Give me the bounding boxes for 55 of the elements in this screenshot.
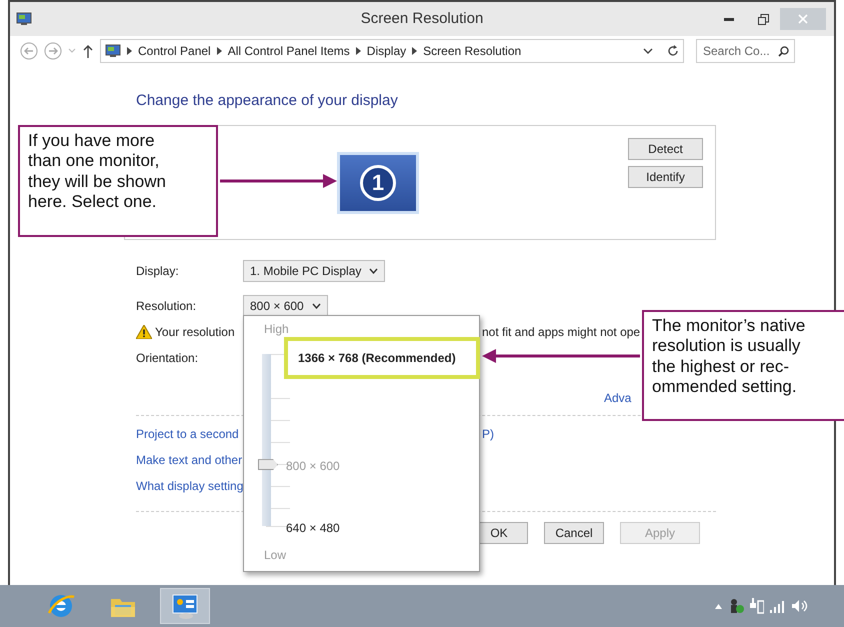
caret-icon: [312, 302, 321, 308]
monitor-number: 1: [360, 164, 396, 200]
dropdown-icon[interactable]: [643, 48, 653, 54]
panel-button[interactable]: Detect: [628, 138, 703, 160]
history-dropdown-icon[interactable]: [68, 48, 76, 54]
up-button[interactable]: [82, 44, 94, 58]
monitor-tile[interactable]: 1: [337, 152, 419, 214]
setting-label: Resolution:: [136, 298, 198, 314]
forward-button[interactable]: [44, 42, 62, 60]
monitor-icon: [105, 44, 121, 58]
dialog-button[interactable]: Cancel: [544, 522, 604, 544]
settings-link[interactable]: Make text and other: [136, 452, 242, 466]
setting-label: Display:: [136, 262, 180, 280]
callout-box: If you have more than one monitor, they will be shown here. Select one.: [18, 125, 218, 237]
resolution-option[interactable]: 640 × 480: [286, 519, 340, 537]
setting-label: Orientation:: [136, 350, 200, 366]
signal-icon[interactable]: [770, 599, 786, 613]
slider-thumb[interactable]: [258, 459, 278, 470]
settings-link[interactable]: Project to a second: [136, 426, 239, 440]
settings-link[interactable]: P): [482, 424, 494, 442]
slider-label: Low: [264, 547, 286, 564]
minimize-icon: [724, 18, 734, 20]
close-icon: [798, 14, 808, 24]
resolution-option[interactable]: 1366 × 768 (Recommended): [284, 337, 480, 379]
slider-label: High: [264, 321, 289, 338]
user-status-icon[interactable]: [728, 598, 744, 614]
chevron-icon: [216, 47, 222, 55]
speaker-icon[interactable]: [792, 599, 808, 613]
app-icon: [16, 12, 32, 26]
caret-icon: [369, 268, 378, 274]
advanced-settings-link[interactable]: Adva: [604, 388, 632, 406]
breadcrumb-item[interactable]: Screen Resolution: [423, 42, 522, 60]
chevron-icon: [412, 47, 418, 55]
window-title: Screen Resolution: [360, 8, 484, 29]
warning-text: not fit and apps might not ope: [482, 324, 640, 340]
back-button[interactable]: [20, 42, 38, 60]
power-icon[interactable]: [750, 598, 764, 614]
breadcrumb-item[interactable]: Control Panel: [138, 42, 211, 60]
panel-button[interactable]: Identify: [628, 166, 703, 188]
breadcrumb-item[interactable]: All Control Panel Items: [228, 42, 350, 60]
settings-link[interactable]: What display setting: [136, 478, 244, 492]
taskbar-app[interactable]: [160, 588, 210, 624]
restore-icon: [758, 14, 768, 24]
dropdown[interactable]: 800 × 600: [243, 294, 328, 316]
search-field[interactable]: Search Co...: [696, 39, 795, 63]
breadcrumb-item[interactable]: Display: [366, 42, 406, 60]
page-heading: Change the appearance of your display: [136, 91, 399, 111]
warning-icon: [136, 324, 152, 338]
tray-caret-icon[interactable]: [715, 604, 722, 608]
dropdown[interactable]: 1. Mobile PC Display: [243, 260, 386, 282]
callout-box: The monitor’s native resolution is usually the highest or rec- ommended setting.: [642, 310, 844, 421]
warning-text: Your resolution: [155, 324, 235, 340]
chevron-icon: [356, 47, 361, 55]
chevron-icon: [127, 47, 132, 55]
refresh-icon[interactable]: [667, 45, 679, 57]
